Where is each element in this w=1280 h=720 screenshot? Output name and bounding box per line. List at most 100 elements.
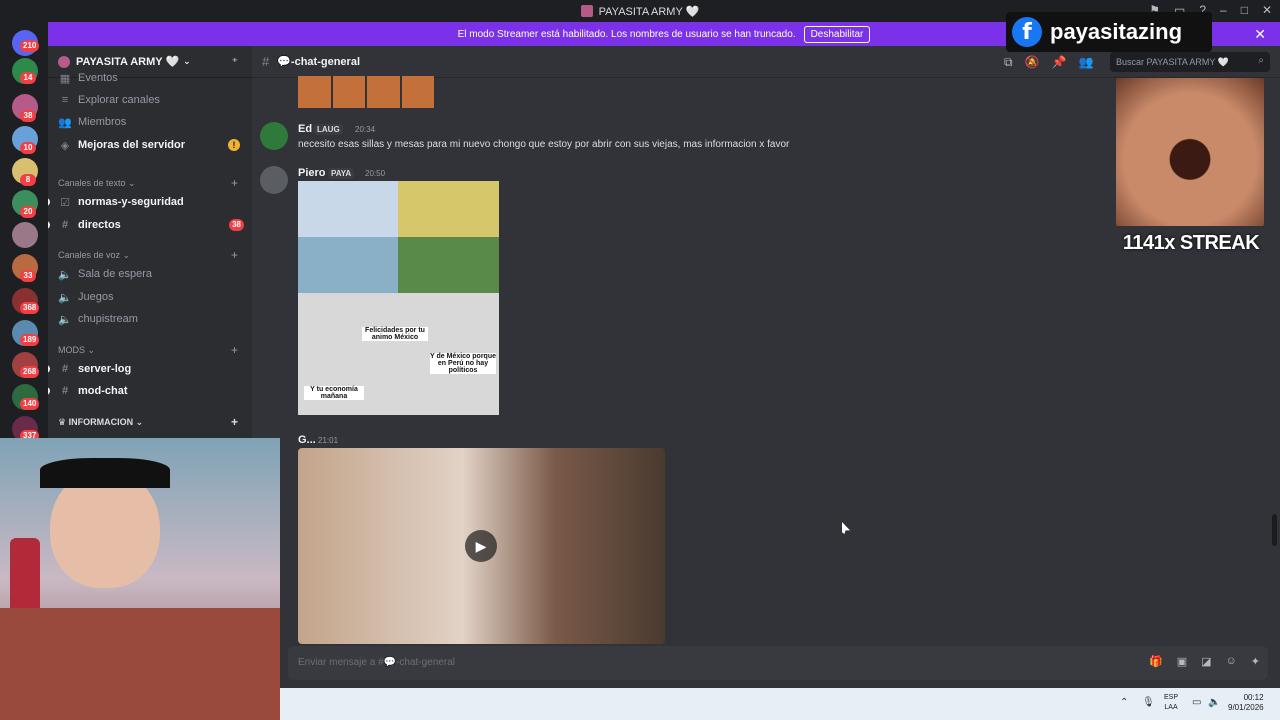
image-panel — [398, 237, 499, 293]
video-attachment[interactable]: ▶ — [298, 448, 665, 644]
sticker-icon[interactable]: ◪ — [1201, 655, 1211, 668]
image-attachment-strip[interactable] — [298, 76, 434, 108]
channel-normas-y-seguridad[interactable]: ☑ normas-y-seguridad — [58, 192, 248, 212]
speaker-icon: 🔈 — [58, 291, 72, 304]
image-panel — [398, 181, 499, 237]
header-toolbar: ⧉ 🔕 📌 👥 — [1004, 55, 1093, 70]
sidebar-item-server-boost[interactable]: ◈ Mejoras del servidor ! — [58, 135, 248, 155]
system-clock[interactable]: 00:12 9/01/2026 — [1228, 693, 1264, 713]
chevron-up-icon[interactable]: ⌃ — [1120, 697, 1128, 708]
category-voice-channels[interactable]: Canales de voz ⌄ + — [58, 248, 248, 262]
members-list-icon[interactable]: 👥 — [1078, 55, 1093, 70]
channel-label: directos — [78, 219, 121, 231]
search-input[interactable]: Buscar PAYASITA ARMY 🤍 ⌕ — [1110, 52, 1270, 72]
invite-icon[interactable]: ⁺ — [232, 55, 238, 69]
category-label: MODS — [58, 345, 85, 355]
gift-icon[interactable]: 🎁 — [1149, 655, 1163, 668]
message-author[interactable]: Piero — [298, 167, 326, 179]
language-indicator[interactable]: ESP LAA — [1164, 693, 1178, 713]
facebook-overlay: f payasitazing — [1006, 12, 1212, 52]
sidebar-item-members[interactable]: 👥 Miembros — [58, 112, 248, 132]
guild-badge: 20 — [20, 206, 36, 218]
apps-icon[interactable]: ✦ — [1251, 655, 1260, 668]
image-attachment[interactable]: Felicidades por tu animo México Y de Méx… — [298, 181, 499, 415]
channel-directos[interactable]: # directos 38 — [58, 215, 248, 235]
message-input[interactable]: Enviar mensaje a #💬-chat-general 🎁 ▣ ◪ ☺… — [288, 646, 1268, 680]
crown-icon: ♛ — [58, 417, 67, 427]
message-author[interactable]: Ed — [298, 123, 312, 135]
search-placeholder: Buscar PAYASITA ARMY 🤍 — [1116, 57, 1229, 67]
clock-time: 00:12 — [1243, 693, 1264, 702]
close-banner-icon[interactable]: ✕ — [1254, 26, 1266, 43]
guild-badge: 268 — [20, 366, 40, 378]
maximize-icon[interactable]: □ — [1241, 3, 1248, 17]
threads-icon[interactable]: ⧉ — [1004, 55, 1013, 70]
scrollbar[interactable] — [1272, 514, 1277, 546]
unread-indicator — [48, 365, 50, 373]
mention-badge: 38 — [229, 219, 244, 231]
add-channel-icon[interactable]: + — [231, 176, 238, 190]
sidebar-item-label: Eventos — [78, 72, 118, 84]
add-channel-icon[interactable]: + — [231, 248, 238, 262]
speaker-icon: 🔈 — [58, 268, 72, 281]
mic-icon[interactable]: 🎙 — [1142, 697, 1155, 708]
message-time: 20:34 — [355, 125, 376, 134]
add-channel-icon[interactable]: + — [231, 343, 238, 357]
add-channel-icon[interactable]: + — [231, 415, 238, 429]
disable-streamer-button[interactable]: Deshabilitar — [803, 25, 871, 43]
voice-channel-chupistream[interactable]: 🔈 chupistream — [58, 309, 248, 329]
emoji-icon[interactable]: ☺ — [1226, 655, 1237, 668]
minimize-icon[interactable]: – — [1220, 3, 1227, 17]
server-list: 210 14 38 10 8 20 33 368 189 268 140 337 — [0, 22, 48, 442]
network-icon[interactable]: ▭ — [1192, 697, 1201, 708]
image-thumb — [298, 76, 331, 108]
rules-icon: ☑ — [60, 196, 70, 209]
mute-bell-icon[interactable]: 🔕 — [1025, 55, 1040, 70]
gif-icon[interactable]: ▣ — [1177, 655, 1187, 668]
channel-sidebar: PAYASITA ARMY 🤍 ⌄ ⁺ ▦ Eventos ≡ Explorar… — [48, 46, 252, 440]
category-mods[interactable]: MODS ⌄ + — [58, 343, 248, 357]
role-tag: LAUG — [314, 124, 343, 135]
channel-label: mod-chat — [78, 385, 128, 397]
guild-badge: 8 — [20, 174, 36, 186]
category-informacion[interactable]: ♛ INFORMACION ⌄ + — [58, 415, 248, 429]
guild-badge: 33 — [20, 270, 36, 282]
category-text-channels[interactable]: Canales de texto ⌄ + — [58, 176, 248, 190]
sidebar-item-label: Explorar canales — [78, 94, 160, 106]
hash-icon: # — [61, 385, 69, 397]
channel-label: server-log — [78, 363, 132, 375]
warning-badge: ! — [228, 139, 240, 151]
sidebar-item-browse-channels[interactable]: ≡ Explorar canales — [58, 90, 248, 110]
channel-label: normas-y-seguridad — [78, 196, 184, 208]
guild-badge: 368 — [20, 302, 40, 314]
facebook-icon: f — [1012, 17, 1042, 47]
channel-label: Sala de espera — [78, 268, 152, 280]
guild-badge: 189 — [20, 334, 40, 346]
streak-counter: 1141x STREAK — [1122, 232, 1260, 254]
message-author[interactable]: G... — [298, 434, 316, 446]
sidebar-item-label: Miembros — [78, 116, 127, 128]
boost-icon: ◈ — [60, 139, 70, 152]
avatar[interactable] — [260, 122, 288, 150]
hash-icon: # — [61, 363, 69, 375]
server-icon — [580, 5, 593, 17]
image-thumb — [367, 76, 400, 108]
channel-mod-chat[interactable]: # mod-chat — [58, 381, 248, 401]
play-icon[interactable]: ▶ — [465, 530, 497, 562]
chevron-down-icon: ⌄ — [183, 56, 191, 66]
guild-badge: 38 — [20, 110, 36, 122]
webcam-overlay — [0, 438, 280, 720]
unread-indicator — [48, 198, 50, 206]
avatar[interactable] — [260, 166, 288, 194]
channel-server-log[interactable]: # server-log — [58, 359, 248, 379]
volume-icon[interactable]: 🔈 — [1208, 697, 1220, 708]
clock-date: 9/01/2026 — [1228, 703, 1264, 712]
voice-channel-juegos[interactable]: 🔈 Juegos — [58, 287, 248, 307]
sidebar-item-events[interactable]: ▦ Eventos — [58, 68, 248, 88]
guild-icon[interactable] — [12, 222, 38, 248]
pin-icon[interactable]: 📌 — [1052, 55, 1067, 70]
voice-channel-sala-de-espera[interactable]: 🔈 Sala de espera — [58, 264, 248, 284]
server-name: PAYASITA ARMY 🤍 — [76, 56, 180, 68]
close-window-icon[interactable]: ✕ — [1262, 3, 1272, 17]
language-line: LAA — [1164, 704, 1178, 711]
